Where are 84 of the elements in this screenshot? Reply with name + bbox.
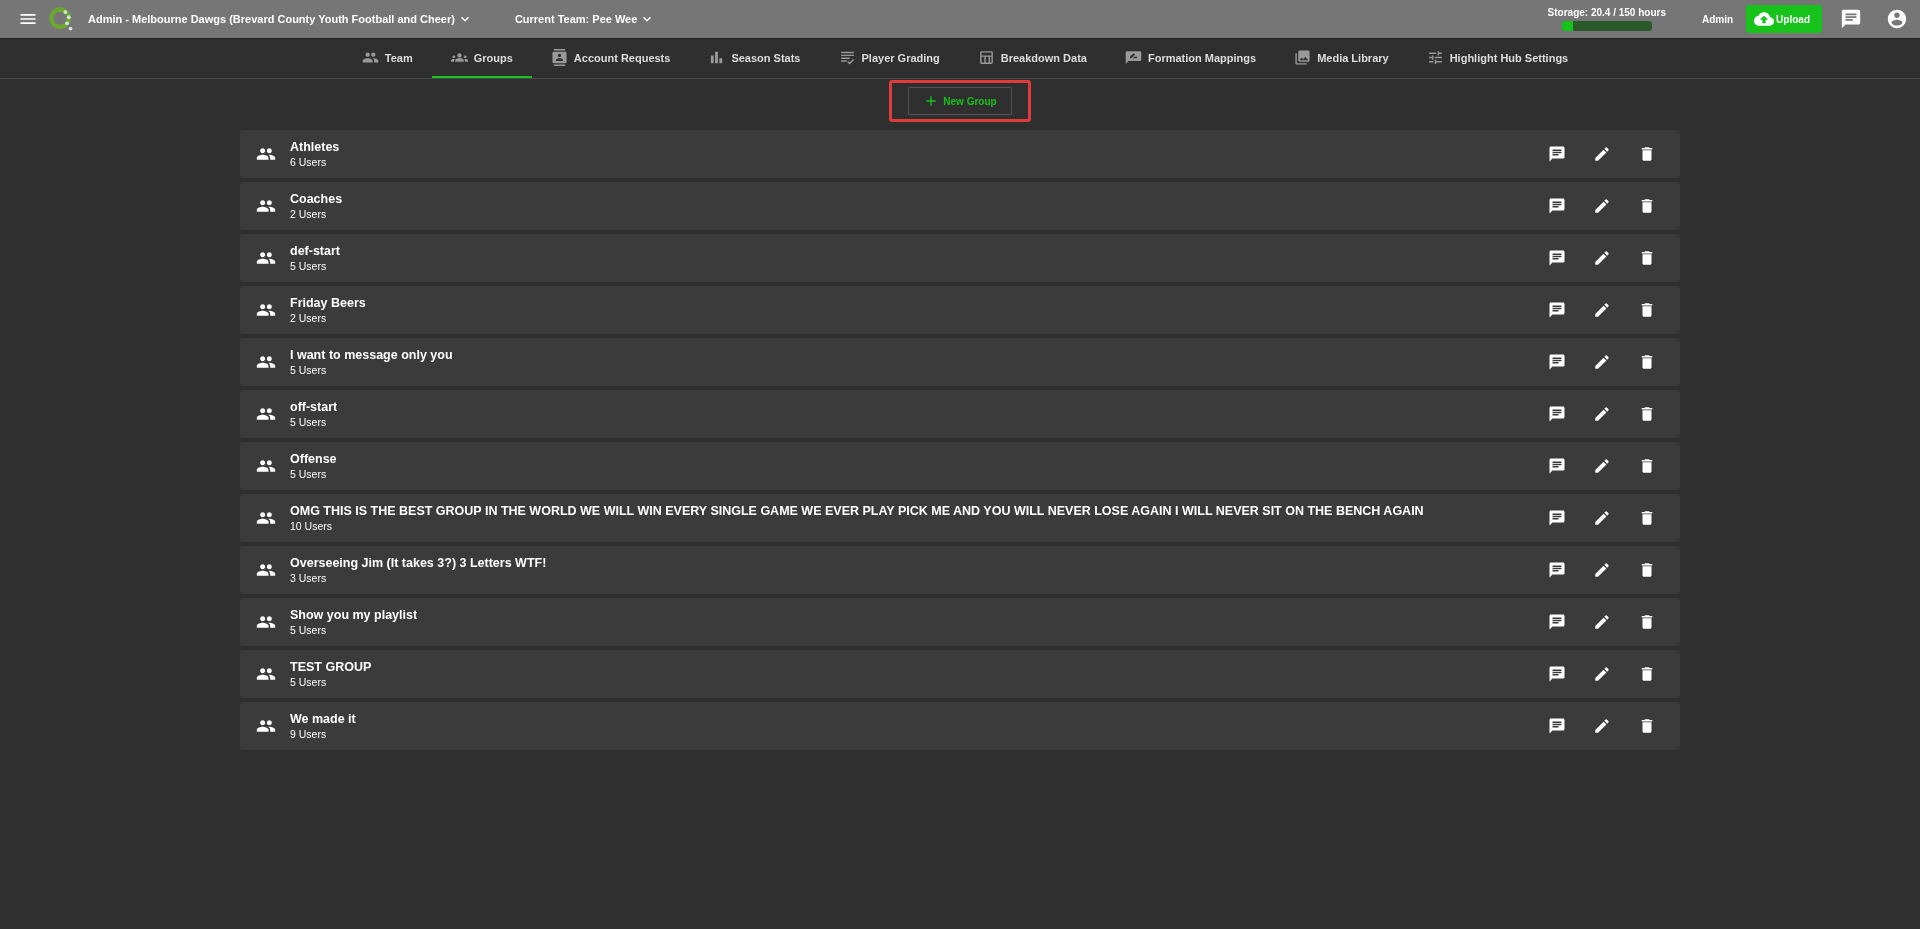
- team-dropdown[interactable]: Current Team: Pee Wee: [514, 11, 656, 27]
- organization-dropdown[interactable]: Admin - Melbourne Dawgs (Brevard County Youth Football and Cheer): [88, 11, 473, 27]
- user-count: 2 Users: [290, 208, 328, 220]
- user-count: 5 Users: [290, 676, 328, 688]
- message-icon[interactable]: [1548, 405, 1566, 423]
- group-name: Offense: [290, 452, 338, 466]
- group-row[interactable]: def-start 5 Users: [240, 234, 1680, 282]
- group-name: I want to message only you: [290, 348, 454, 362]
- nav-tab[interactable]: Team: [342, 39, 432, 78]
- edit-icon[interactable]: [1593, 405, 1611, 423]
- edit-icon[interactable]: [1593, 301, 1611, 319]
- edit-icon[interactable]: [1593, 249, 1611, 267]
- nav-tab[interactable]: Player Grading: [819, 39, 959, 78]
- group-name: Friday Beers: [290, 296, 367, 310]
- user-count: 5 Users: [290, 624, 328, 636]
- message-icon[interactable]: [1548, 249, 1566, 267]
- nav-tab[interactable]: Breakdown Data: [958, 39, 1106, 78]
- message-icon[interactable]: [1548, 561, 1566, 579]
- cloud-upload-icon: [1754, 9, 1775, 29]
- group-name: OMG THIS IS THE BEST GROUP IN THE WORLD WE WILL WIN EVERY SINGLE GAME WE EVER PLAY PICK ME AND YOU WILL NEVER LOSE AGAIN I WILL NEVER SIT ON THE BENCH AGAIN: [290, 504, 1425, 518]
- edit-icon[interactable]: [1593, 457, 1611, 475]
- message-icon[interactable]: [1548, 145, 1566, 163]
- group-row[interactable]: Athletes 6 Users: [240, 130, 1680, 178]
- group-name: TEST GROUP: [290, 660, 373, 674]
- user-count: 2 Users: [290, 312, 328, 324]
- message-icon[interactable]: [1548, 717, 1566, 735]
- contact-card-icon: [550, 49, 568, 66]
- group-row[interactable]: Show you my playlist 5 Users: [240, 598, 1680, 646]
- user-count: 3 Users: [290, 572, 328, 584]
- edit-icon[interactable]: [1593, 145, 1611, 163]
- photo-library-icon: [1294, 49, 1312, 66]
- logo-icon: [48, 6, 74, 32]
- group-row[interactable]: TEST GROUP 5 Users: [240, 650, 1680, 698]
- group-row[interactable]: Coaches 2 Users: [240, 182, 1680, 230]
- nav-tab[interactable]: Formation Mappings: [1105, 39, 1276, 78]
- user-count: 10 Users: [290, 520, 333, 532]
- user-count: 9 Users: [290, 728, 328, 740]
- nav-tab[interactable]: Groups: [431, 39, 532, 78]
- nav-tab[interactable]: Season Stats: [689, 39, 820, 78]
- pencil-message-icon: [1124, 49, 1142, 66]
- group-row[interactable]: OMG THIS IS THE BEST GROUP IN THE WORLD WE WILL WIN EVERY SINGLE GAME WE EVER PLAY PICK ME AND YOU WILL NEVER LOSE AGAIN I WILL NEVER SIT ON THE BENCH AGAIN 10 Users: [240, 494, 1680, 542]
- edit-icon[interactable]: [1593, 717, 1611, 735]
- edit-icon[interactable]: [1593, 561, 1611, 579]
- message-icon[interactable]: [1548, 457, 1566, 475]
- user-count: 6 Users: [290, 156, 328, 168]
- group-name: off-start: [290, 400, 339, 414]
- group-name: Show you my playlist: [290, 608, 419, 622]
- storage-label: Storage: 20.4 / 150 hours: [1547, 7, 1666, 18]
- edit-icon[interactable]: [1593, 197, 1611, 215]
- group-name: Overseeing Jim (It takes 3?) 3 Letters WTF!: [290, 556, 548, 570]
- user-role: Admin: [1702, 13, 1734, 25]
- group-row[interactable]: Friday Beers 2 Users: [240, 286, 1680, 334]
- group-row[interactable]: Overseeing Jim (It takes 3?) 3 Letters WTF! 3 Users: [240, 546, 1680, 594]
- user-count: 5 Users: [290, 260, 328, 272]
- user-count: 5 Users: [290, 468, 328, 480]
- user-count: 5 Users: [290, 416, 328, 428]
- sliders-icon: [1426, 49, 1444, 66]
- nav-tab[interactable]: Account Requests: [531, 39, 690, 78]
- table-icon: [977, 49, 995, 66]
- message-icon[interactable]: [1548, 197, 1566, 215]
- message-icon[interactable]: [1548, 353, 1566, 371]
- group-row[interactable]: Offense 5 Users: [240, 442, 1680, 490]
- group-name: We made it: [290, 712, 357, 726]
- edit-icon[interactable]: [1593, 613, 1611, 631]
- group-name: Athletes: [290, 140, 341, 154]
- group-row[interactable]: off-start 5 Users: [240, 390, 1680, 438]
- message-icon[interactable]: [1548, 665, 1566, 683]
- account-icon[interactable]: [1886, 8, 1908, 30]
- nav-tab[interactable]: Media Library: [1275, 39, 1408, 78]
- checklist-icon: [838, 49, 856, 66]
- new-group-button[interactable]: New Group: [908, 87, 1012, 115]
- edit-icon[interactable]: [1593, 353, 1611, 371]
- message-icon[interactable]: [1548, 509, 1566, 527]
- group-name: def-start: [290, 244, 341, 258]
- nav-tab[interactable]: Highlight Hub Settings: [1407, 39, 1588, 78]
- message-icon[interactable]: [1548, 613, 1566, 631]
- user-count: 5 Users: [290, 364, 328, 376]
- message-icon[interactable]: [1548, 301, 1566, 319]
- edit-icon[interactable]: [1593, 665, 1611, 683]
- group-row[interactable]: I want to message only you 5 Users: [240, 338, 1680, 386]
- chat-icon[interactable]: [1840, 8, 1862, 30]
- group-row[interactable]: We made it 9 Users: [240, 702, 1680, 750]
- edit-icon[interactable]: [1593, 509, 1611, 527]
- group-name: Coaches: [290, 192, 344, 206]
